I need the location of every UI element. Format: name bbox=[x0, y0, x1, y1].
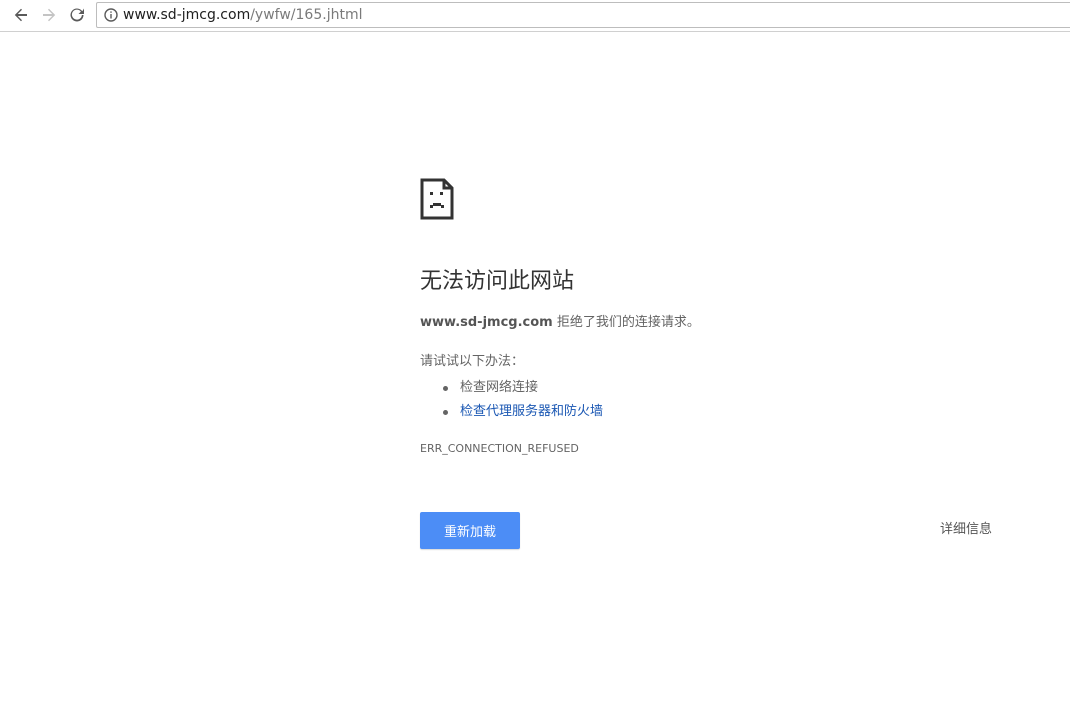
error-title: 无法访问此网站 bbox=[420, 269, 575, 294]
error-code: ERR_CONNECTION_REFUSED bbox=[420, 442, 579, 455]
error-description: www.sd-jmcg.com 拒绝了我们的连接请求。 bbox=[420, 314, 700, 332]
back-arrow-icon[interactable] bbox=[10, 4, 32, 26]
reload-button[interactable]: 重新加载 bbox=[420, 512, 520, 549]
address-bar[interactable]: www.sd-jmcg.com/ywfw/165.jhtml bbox=[96, 2, 1070, 28]
error-description-text: 拒绝了我们的连接请求。 bbox=[552, 315, 700, 330]
list-item: 检查代理服务器和防火墙 bbox=[420, 400, 603, 424]
list-item: 检查网络连接 bbox=[420, 376, 603, 400]
forward-arrow-icon[interactable] bbox=[38, 4, 60, 26]
sad-page-icon bbox=[420, 178, 454, 220]
info-icon[interactable] bbox=[104, 8, 118, 22]
reload-icon[interactable] bbox=[66, 4, 88, 26]
error-host: www.sd-jmcg.com bbox=[420, 315, 553, 330]
suggestion-check-proxy-link[interactable]: 检查代理服务器和防火墙 bbox=[460, 404, 603, 419]
url-text: www.sd-jmcg.com/ywfw/165.jhtml bbox=[123, 6, 362, 24]
suggestion-check-network: 检查网络连接 bbox=[460, 380, 539, 395]
browser-toolbar: www.sd-jmcg.com/ywfw/165.jhtml bbox=[0, 0, 1070, 32]
try-label: 请试试以下办法： bbox=[420, 354, 525, 369]
suggestion-list: 检查网络连接 检查代理服务器和防火墙 bbox=[420, 376, 603, 424]
details-button[interactable]: 详细信息 bbox=[940, 521, 992, 539]
url-host: www.sd-jmcg.com bbox=[123, 7, 251, 23]
url-path: /ywfw/165.jhtml bbox=[250, 7, 363, 23]
